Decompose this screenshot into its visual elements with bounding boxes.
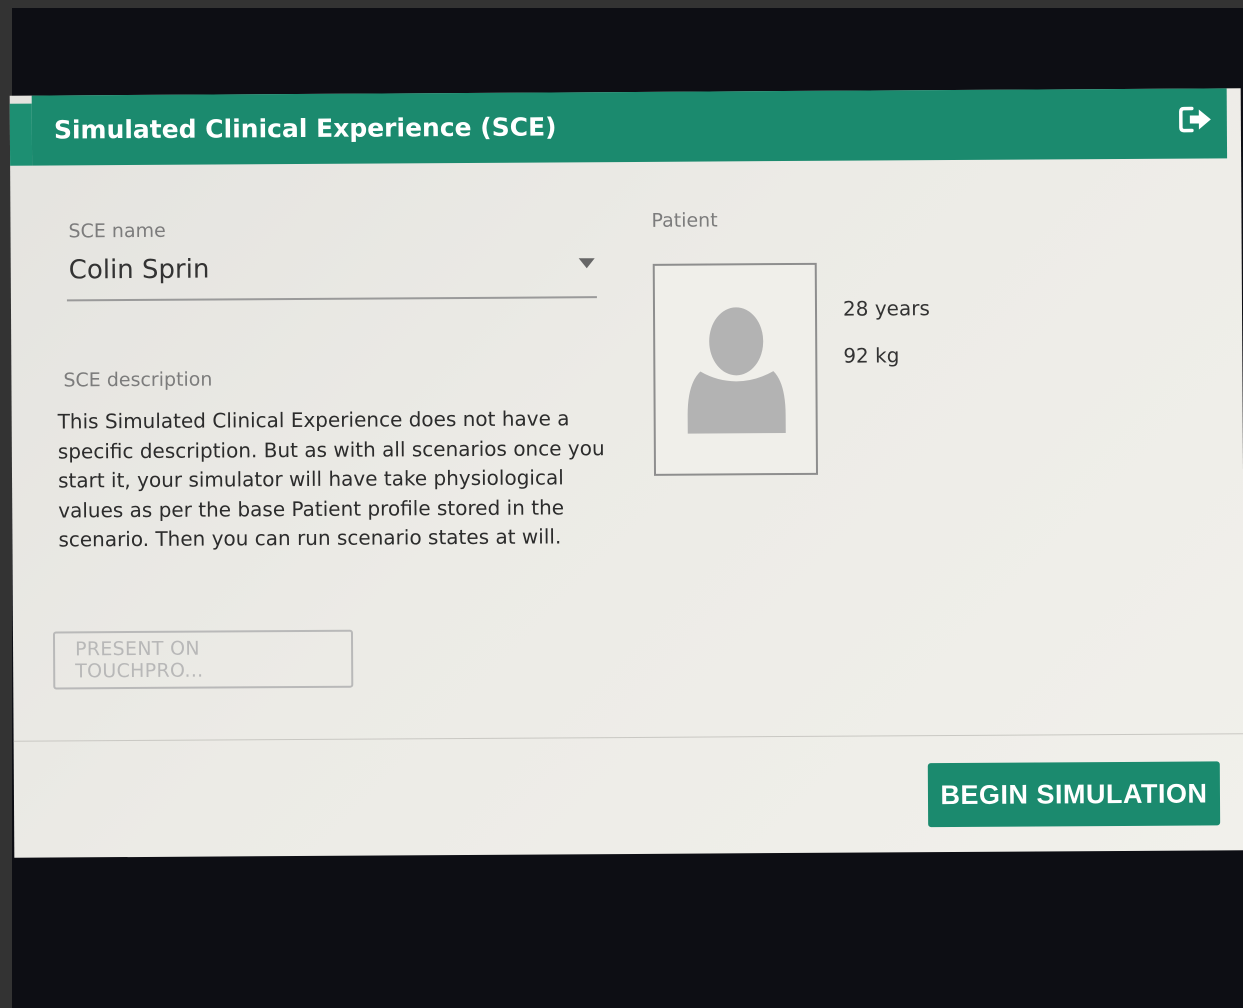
sce-description-text: This Simulated Clinical Experience does … (57, 406, 605, 552)
dialog-title: Simulated Clinical Experience (SCE) (53, 112, 557, 145)
sce-name-label: SCE name (68, 219, 166, 243)
sce-description-label: SCE description (63, 368, 213, 392)
footer-divider (13, 733, 1243, 742)
sign-out-icon[interactable] (1179, 105, 1213, 133)
patient-weight: 92 kg (843, 343, 900, 368)
user-silhouette-icon (687, 307, 786, 434)
dropdown-caret-icon (578, 258, 595, 269)
present-on-touchpro-button[interactable]: PRESENT ON TOUCHPRO... (52, 629, 354, 690)
patient-label: Patient (651, 209, 718, 232)
patient-avatar (652, 262, 819, 476)
patient-age: 28 years (842, 296, 930, 321)
begin-simulation-button[interactable]: BEGIN SIMULATION (927, 761, 1221, 828)
sce-dialog: Simulated Clinical Experience (SCE) SCE … (9, 88, 1243, 858)
dialog-header: Simulated Clinical Experience (SCE) (31, 88, 1228, 166)
header-strip (9, 103, 33, 166)
sce-name-value: Colin Sprin (68, 254, 210, 286)
